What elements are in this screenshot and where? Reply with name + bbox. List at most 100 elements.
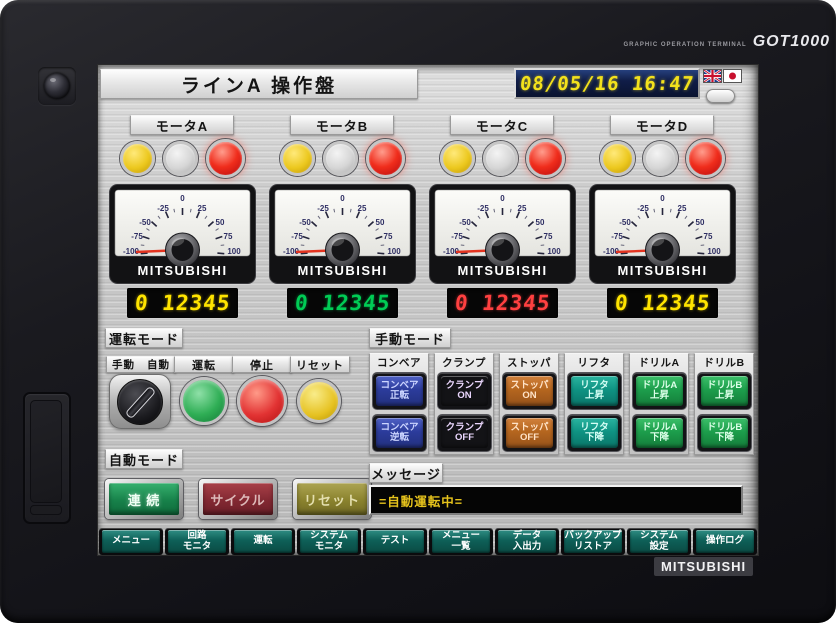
lens-glint	[50, 78, 56, 82]
hmi-screen: ラインA 操作盤 08/05/16 16:47 モータA	[97, 64, 759, 556]
button-line2: モニタ	[315, 542, 344, 553]
device-logo-line: GRAPHIC OPERATION TERMINAL	[624, 42, 747, 48]
white-lamp-icon	[483, 141, 518, 176]
bottom-button-run[interactable]: 運転	[231, 528, 295, 555]
button-line2: 下降	[715, 433, 734, 443]
screenshot-stage: GRAPHIC OPERATION TERMINAL GOT1000 MITSU…	[0, 0, 836, 623]
cycle-button[interactable]: サイクル	[199, 479, 277, 519]
button-line2: OFF	[520, 433, 539, 443]
button-line1: メニュー	[442, 531, 480, 542]
button-line2: OFF	[455, 433, 474, 443]
meter-tick-label: 0	[660, 194, 665, 203]
yellow-lamp-icon	[440, 141, 475, 176]
bottom-button-operation-log[interactable]: 操作ログ	[693, 528, 757, 555]
conveyor-forward-button[interactable]: コンベア 正転	[373, 373, 426, 409]
bottom-button-test[interactable]: テスト	[363, 528, 427, 555]
manual-column-drill-a: ドリルA ドリルA 上昇 ドリルA 下降	[629, 353, 689, 455]
stopper-on-button[interactable]: ストッパ ON	[503, 373, 556, 409]
language-flags[interactable]	[704, 70, 741, 82]
meter-tick-label: 0	[180, 194, 185, 203]
analog-meter: -100 -75 -50 -25 0 25 50 75 100 MITSUBIS…	[429, 184, 576, 284]
bottom-button-system-settings[interactable]: システム設定	[627, 528, 691, 555]
japan-flag-icon[interactable]	[724, 70, 741, 82]
stop-button[interactable]	[237, 376, 287, 426]
button-line2: ON	[522, 391, 536, 401]
got1000-device: GRAPHIC OPERATION TERMINAL GOT1000 MITSU…	[0, 0, 836, 623]
yellow-lamp-icon	[280, 141, 315, 176]
manual-column-lifter: リフタ リフタ 上昇 リフタ 下降	[564, 353, 624, 455]
button-line1: 操作ログ	[706, 536, 744, 547]
manual-column-clamp: クランプ クランプ ON クランプ OFF	[434, 353, 494, 455]
button-line2: 下降	[650, 433, 669, 443]
button-line2: 上昇	[715, 391, 734, 401]
button-line1: 回路	[187, 531, 206, 542]
column-label: ドリルB	[695, 354, 753, 371]
motor-a-section: モータA -100 -75 -50 -25 0 25 50 75 100	[109, 111, 256, 319]
meter-tick-label: -25	[317, 204, 329, 213]
clamp-off-button[interactable]: クランプ OFF	[438, 415, 491, 451]
yellow-lamp-icon	[120, 141, 155, 176]
meter-tick-label: 25	[198, 204, 207, 213]
meter-tick-label: 0	[340, 194, 345, 203]
meter-tick-label: 25	[518, 204, 527, 213]
red-lamp-icon	[366, 139, 405, 178]
reset-button[interactable]	[297, 379, 341, 423]
meter-tick-label: 100	[227, 247, 241, 256]
motor-b-label: モータB	[290, 115, 394, 135]
meter-tick-label: 75	[544, 232, 553, 241]
button-line2: リストア	[574, 542, 612, 553]
mode-selector-switch[interactable]	[109, 374, 171, 429]
meter-tick-label: -50	[459, 218, 471, 227]
meter-tick-label: 50	[376, 218, 385, 227]
meter-brand-text: MITSUBISHI	[297, 263, 387, 278]
continuous-button[interactable]: 連 続	[105, 479, 183, 519]
human-sensor-lens	[38, 67, 76, 105]
drill-b-up-button[interactable]: ドリルB 上昇	[698, 373, 751, 409]
message-section-label: メッセージ	[369, 463, 443, 483]
auto-mode-section-label: 自動モード	[105, 449, 183, 469]
bottom-button-backup-restore[interactable]: バックアップリストア	[561, 528, 625, 555]
drill-a-up-button[interactable]: ドリルA 上昇	[633, 373, 686, 409]
stopper-off-button[interactable]: ストッパ OFF	[503, 415, 556, 451]
button-line1: バックアップ	[564, 531, 621, 542]
bottom-button-system-monitor[interactable]: システムモニタ	[297, 528, 361, 555]
language-switch-button[interactable]	[706, 89, 735, 103]
clamp-on-button[interactable]: クランプ ON	[438, 373, 491, 409]
bottom-button-menu-list[interactable]: メニュー一覧	[429, 528, 493, 555]
column-label: リフタ	[565, 354, 623, 371]
usb-door-groove	[30, 505, 62, 515]
drill-b-down-button[interactable]: ドリルB 下降	[698, 415, 751, 451]
drill-a-down-button[interactable]: ドリルA 下降	[633, 415, 686, 451]
yellow-lamp-icon	[600, 141, 635, 176]
manual-column-drill-b: ドリルB ドリルB 上昇 ドリルB 下降	[694, 353, 754, 455]
meter-tick-label: 25	[678, 204, 687, 213]
auto-reset-button[interactable]: リセット	[293, 479, 371, 519]
selector-handle[interactable]	[125, 386, 156, 420]
run-button[interactable]	[180, 377, 228, 425]
bottom-button-circuit-monitor[interactable]: 回路モニタ	[165, 528, 229, 555]
red-lamp-icon	[686, 139, 725, 178]
column-label: クランプ	[435, 354, 493, 371]
lifter-down-button[interactable]: リフタ 下降	[568, 415, 621, 451]
mitsubishi-logo: MITSUBISHI	[654, 557, 753, 576]
meter-tick-label: -75	[611, 232, 623, 241]
motor-c-label: モータC	[450, 115, 554, 135]
manual-column-conveyor: コンベア コンベア 正転 コンベア 逆転	[369, 353, 429, 455]
meter-tick-label: -50	[139, 218, 151, 227]
bottom-button-data-io[interactable]: データ入出力	[495, 528, 559, 555]
meter-tick-label: 75	[384, 232, 393, 241]
meter-tick-label: 50	[536, 218, 545, 227]
conveyor-reverse-button[interactable]: コンベア 逆転	[373, 415, 426, 451]
uk-flag-icon[interactable]	[704, 70, 721, 82]
bottom-button-menu[interactable]: メニュー	[99, 528, 163, 555]
continuous-button-label: 連 続	[109, 483, 179, 515]
selector-knob[interactable]	[117, 379, 163, 425]
motor-c-counter: 0 12345	[447, 288, 558, 318]
motor-d-section: モータD -100 -75 -50 -25 0 25 50 75 100	[589, 111, 736, 319]
datetime-value: 08/05/16 16:47	[519, 73, 695, 95]
lifter-up-button[interactable]: リフタ 上昇	[568, 373, 621, 409]
device-model-name: GOT1000	[753, 33, 830, 51]
page-title: ラインA 操作盤	[100, 69, 418, 99]
button-line1: メニュー	[112, 536, 150, 547]
meter-tick-label: 75	[224, 232, 233, 241]
